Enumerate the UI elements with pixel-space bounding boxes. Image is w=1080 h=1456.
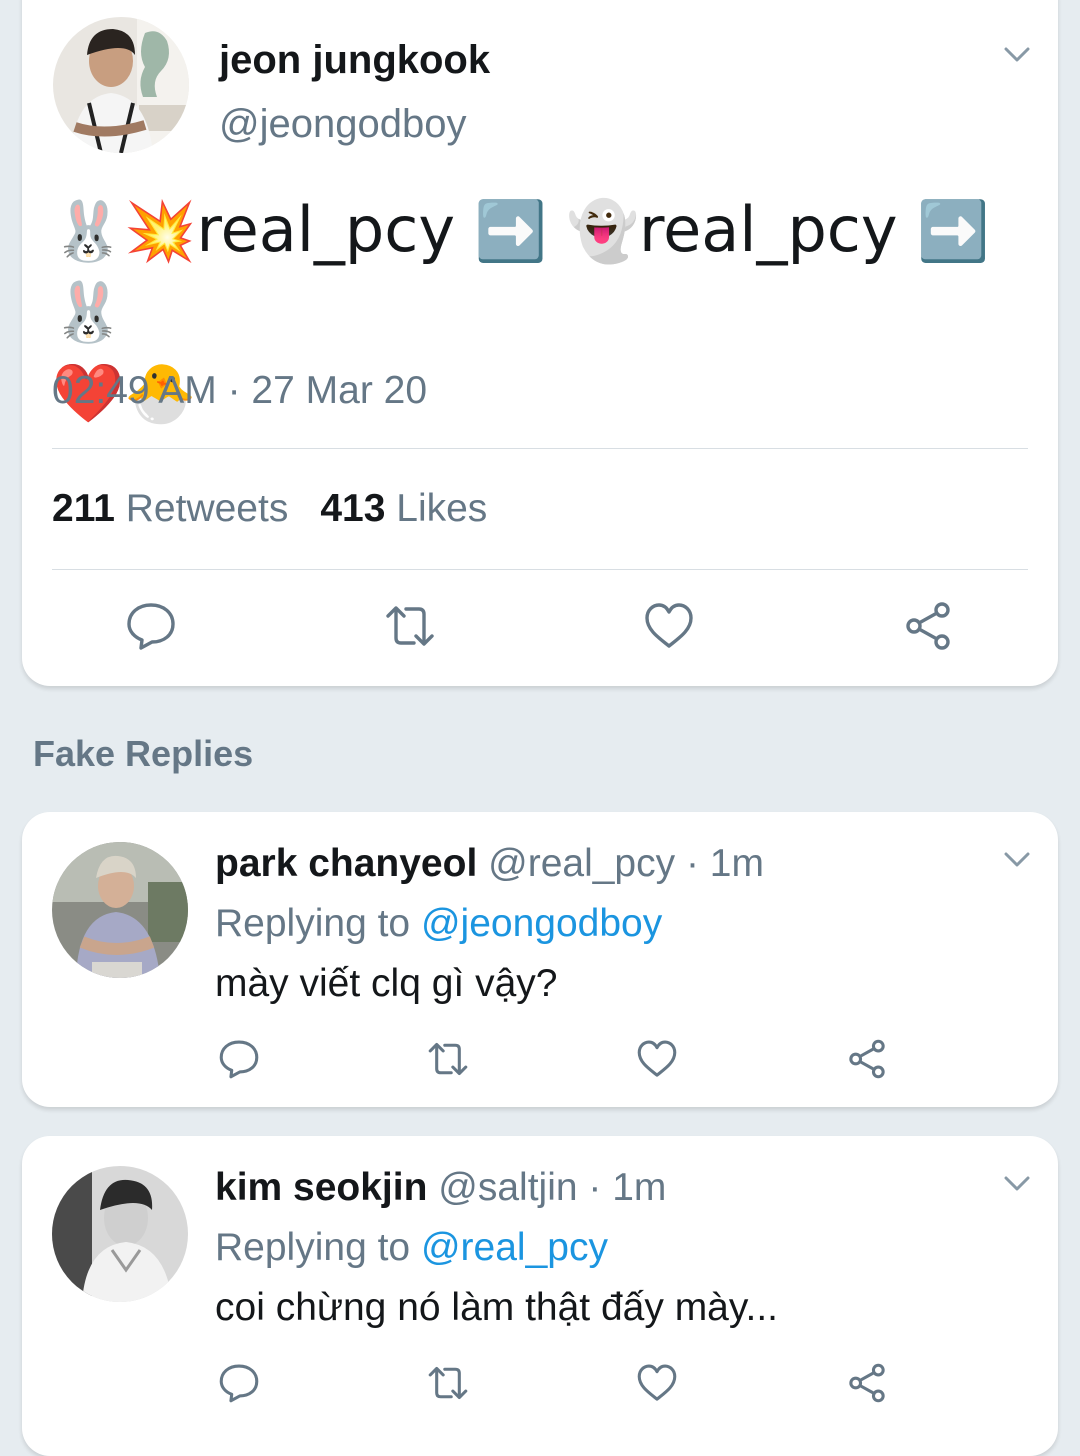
reply-header: park chanyeol @real_pcy · 1m (215, 842, 764, 886)
replying-to-link[interactable]: @real_pcy (421, 1226, 608, 1269)
retweets-label[interactable]: Retweets (126, 487, 289, 530)
tweet-text-segment: real_pcy (196, 193, 456, 266)
reply-avatar[interactable] (52, 842, 188, 978)
replying-to: Replying to @real_pcy (215, 1226, 608, 1270)
reply-card[interactable]: kim seokjin @saltjin · 1m Replying to @r… (22, 1136, 1058, 1456)
collision-emoji: 💥 (124, 197, 197, 265)
reply-text: mày viết clq gì vậy? (215, 962, 558, 1005)
chevron-down-icon[interactable] (1004, 852, 1030, 868)
likes-count[interactable]: 413 (320, 487, 385, 530)
reply-avatar[interactable] (52, 1166, 188, 1302)
share-icon[interactable] (902, 600, 954, 652)
likes-label[interactable]: Likes (396, 487, 487, 530)
reply-author-name[interactable]: kim seokjin (215, 1166, 427, 1209)
heart-icon[interactable] (636, 1362, 678, 1404)
reply-text: coi chừng nó làm thật đấy mày... (215, 1286, 778, 1329)
rabbit-emoji: 🐰 (52, 278, 125, 346)
reply-card[interactable]: park chanyeol @real_pcy · 1m Replying to… (22, 812, 1058, 1107)
right-arrow-emoji: ➡️ (917, 197, 990, 265)
reply-meta[interactable]: @real_pcy · 1m (488, 842, 764, 885)
author-name[interactable]: jeon jungkook (219, 38, 490, 83)
replying-to-prefix: Replying to (215, 902, 411, 945)
tweet-stats: 211 Retweets 413 Likes (52, 487, 487, 531)
heart-icon[interactable] (636, 1038, 678, 1080)
replying-to-link[interactable]: @jeongodboy (421, 902, 662, 945)
replying-to: Replying to @jeongodboy (215, 902, 662, 946)
replying-to-prefix: Replying to (215, 1226, 411, 1269)
divider (52, 569, 1028, 570)
right-arrow-emoji: ➡️ (474, 197, 548, 265)
rabbit-emoji: 🐰 (52, 197, 125, 265)
reply-icon[interactable] (218, 1038, 260, 1080)
reply-author-name[interactable]: park chanyeol (215, 842, 477, 885)
reply-meta[interactable]: @saltjin · 1m (438, 1166, 666, 1209)
retweet-icon[interactable] (427, 1362, 469, 1404)
tweet-text-segment: real_pcy (638, 193, 898, 266)
reply-icon[interactable] (218, 1362, 260, 1404)
share-icon[interactable] (846, 1038, 888, 1080)
ghost-emoji: 👻 (566, 197, 639, 265)
author-avatar[interactable] (53, 17, 189, 153)
divider (52, 448, 1028, 449)
author-handle[interactable]: @jeongodboy (219, 102, 466, 147)
tweet-timestamp[interactable]: 02:49 AM · 27 Mar 20 (52, 369, 427, 413)
reply-header: kim seokjin @saltjin · 1m (215, 1166, 666, 1210)
heart-icon[interactable] (643, 600, 695, 652)
reply-icon[interactable] (125, 600, 177, 652)
retweet-icon[interactable] (384, 600, 436, 652)
main-tweet-card: jeon jungkook @jeongodboy 🐰💥real_pcy ➡️ … (22, 0, 1058, 686)
retweets-count[interactable]: 211 (52, 487, 115, 530)
retweet-icon[interactable] (427, 1038, 469, 1080)
section-title: Fake Replies (33, 733, 254, 774)
chevron-down-icon[interactable] (1004, 47, 1030, 63)
chevron-down-icon[interactable] (1004, 1176, 1030, 1192)
share-icon[interactable] (846, 1362, 888, 1404)
